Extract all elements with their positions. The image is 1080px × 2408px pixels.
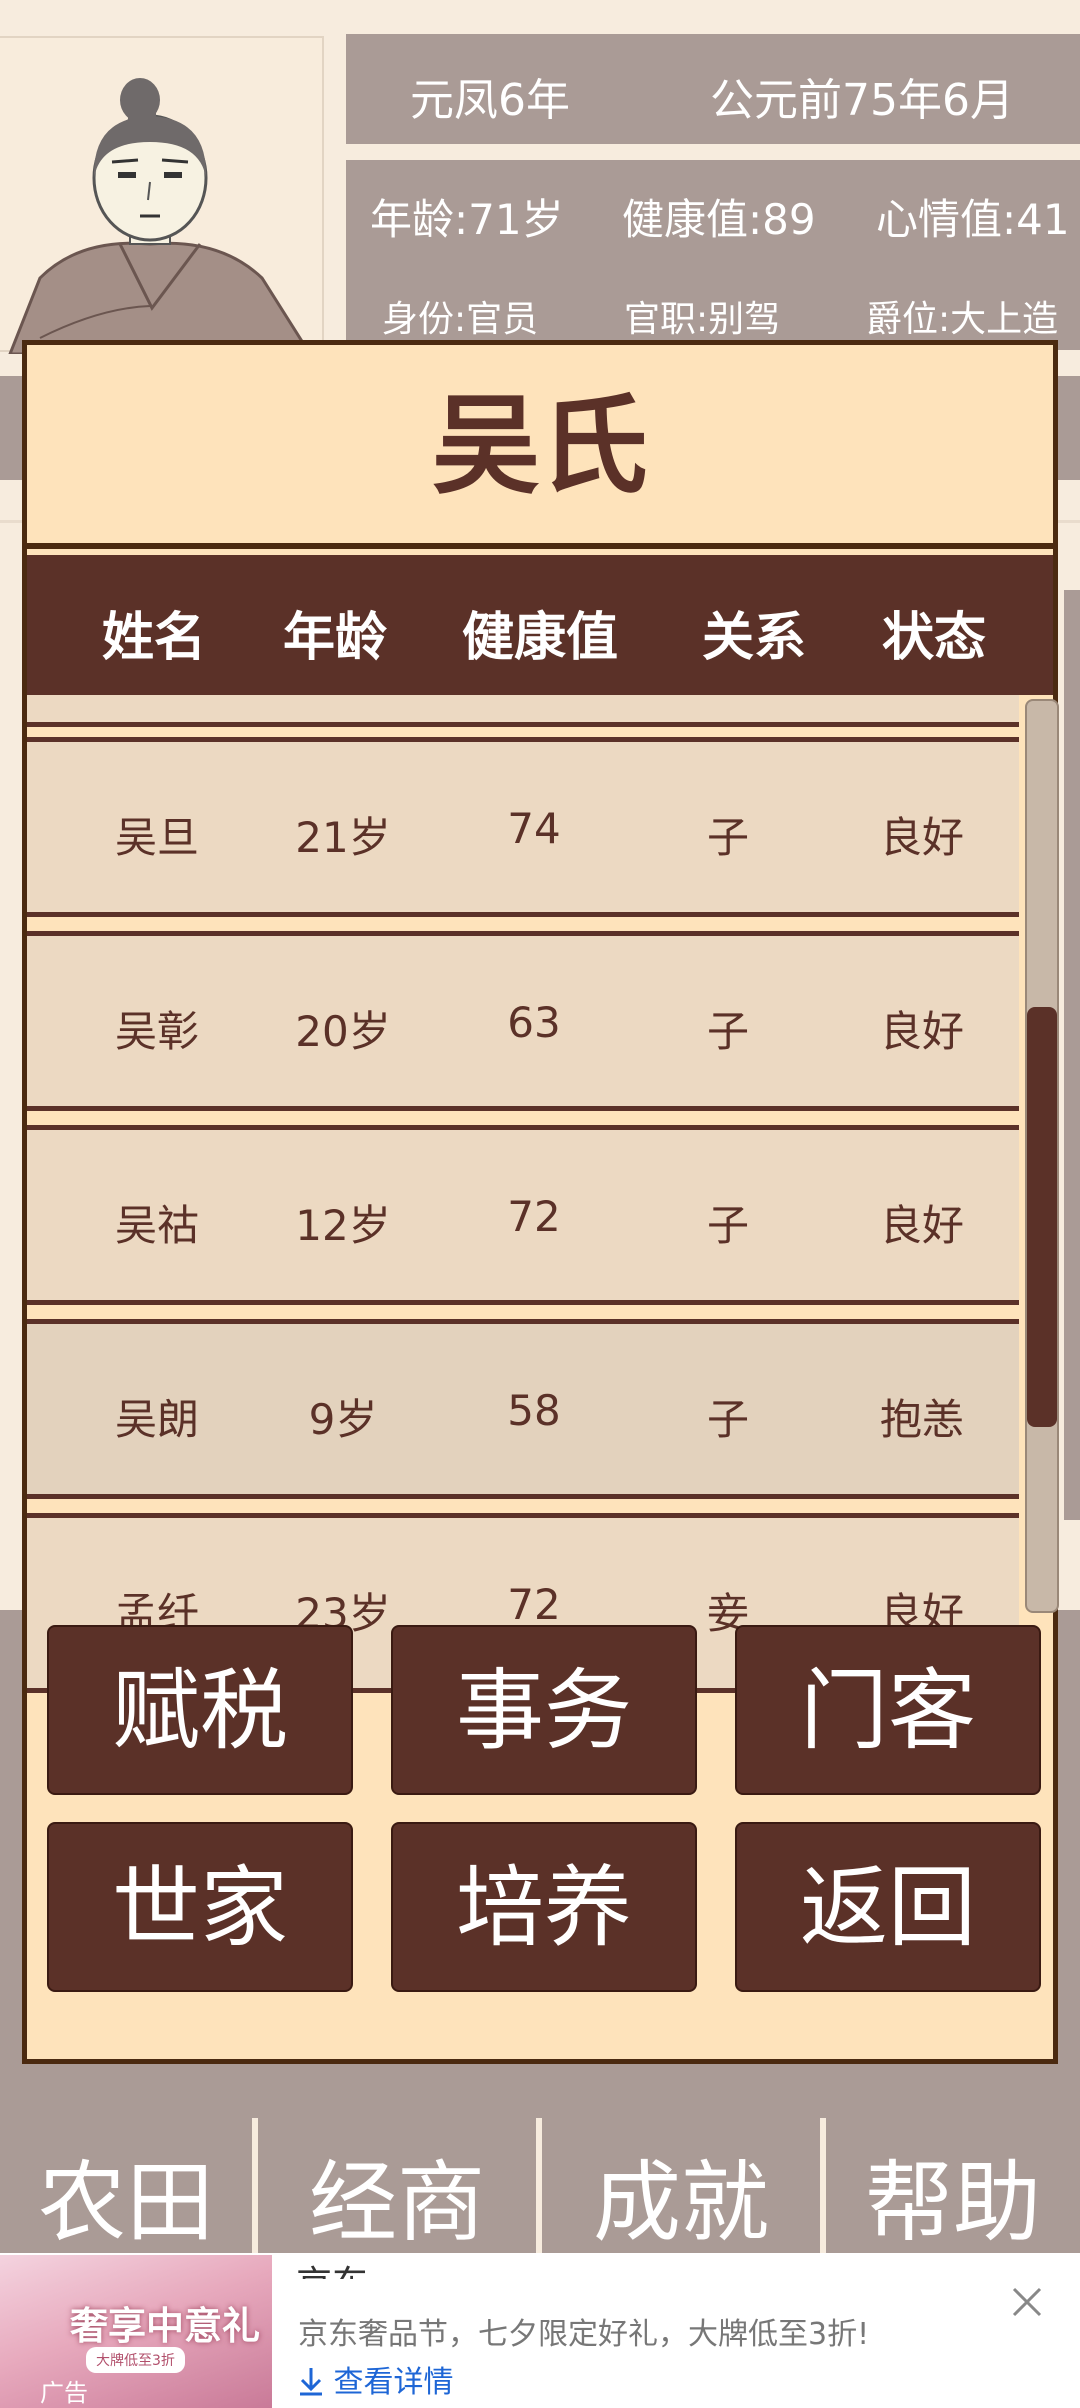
reign-year: 元凤6年 <box>410 75 570 126</box>
table-row[interactable] <box>27 695 1019 727</box>
nav-farmland-button[interactable]: 农田 <box>0 2118 252 2253</box>
member-age: 21岁 <box>295 813 391 862</box>
nav-trade-button[interactable]: 经商 <box>258 2118 536 2253</box>
member-age: 20岁 <box>295 1007 391 1056</box>
download-icon <box>300 2368 322 2396</box>
member-name: 吴彰 <box>114 1007 200 1056</box>
ad-mark: 广告 <box>40 2379 88 2407</box>
nav-achievement-button[interactable]: 成就 <box>542 2118 820 2253</box>
identity-stat: 身份:官员 <box>382 299 539 340</box>
modal-title: 吴氏 <box>27 345 1053 549</box>
member-health: 72 <box>507 1192 561 1241</box>
member-age: 9岁 <box>308 1395 378 1444</box>
member-health: 74 <box>507 804 561 853</box>
table-row[interactable]: 吴祜 12岁 72 子 良好 <box>27 1125 1019 1305</box>
official-avatar-icon <box>8 78 312 354</box>
member-name: 吴祜 <box>114 1201 200 1250</box>
age-stat: 年龄:71岁 <box>370 195 564 244</box>
background-panel <box>1058 376 1080 480</box>
office-stat: 官职:别驾 <box>624 299 781 340</box>
ad-text: 京东奢品节，七夕限定好礼，大牌低至3折! <box>298 2317 870 2352</box>
retainers-button[interactable]: 门客 <box>735 1625 1041 1795</box>
table-header: 姓名 年龄 健康值 关系 状态 <box>27 555 1053 695</box>
affairs-button[interactable]: 事务 <box>391 1625 697 1795</box>
bottom-nav: 农田 经商 成就 帮助 <box>0 2118 1080 2253</box>
member-status: 良好 <box>879 813 965 862</box>
table-row[interactable]: 吴旦 21岁 74 子 良好 <box>27 737 1019 917</box>
ad-link-label: 查看详情 <box>333 2365 454 2400</box>
train-button[interactable]: 培养 <box>391 1822 697 1992</box>
member-relation: 子 <box>706 1007 750 1056</box>
divider <box>0 520 22 523</box>
member-health: 72 <box>507 1580 561 1629</box>
ad-badge-subtext: 大牌低至3折 <box>86 2347 185 2373</box>
background-panel <box>1058 1610 1080 2118</box>
background-panel <box>0 376 22 480</box>
member-name: 吴旦 <box>114 813 200 862</box>
list-scrollbar[interactable] <box>1025 699 1059 1613</box>
member-health: 63 <box>507 998 561 1047</box>
member-age: 12岁 <box>295 1201 391 1250</box>
clans-button[interactable]: 世家 <box>47 1822 353 1992</box>
member-status: 良好 <box>879 1007 965 1056</box>
member-health: 58 <box>507 1386 561 1435</box>
background-panel <box>0 2064 1080 2118</box>
family-modal: 吴氏 姓名 年龄 健康值 关系 状态 吴旦 21岁 74 子 良好 吴彰 20岁… <box>22 340 1059 2064</box>
nav-help-button[interactable]: 帮助 <box>826 2118 1080 2253</box>
rank-stat: 爵位:大上造 <box>866 299 1059 340</box>
member-status: 抱恙 <box>879 1395 965 1444</box>
column-header-relation: 关系 <box>701 608 807 668</box>
table-row[interactable]: 吴彰 20岁 63 子 良好 <box>27 931 1019 1111</box>
column-header-status: 状态 <box>881 608 987 668</box>
character-portrait <box>0 36 324 354</box>
column-header-name: 姓名 <box>101 608 207 668</box>
scrollbar-thumb[interactable] <box>1027 1007 1057 1427</box>
date-bar: 元凤6年 公元前75年6月 <box>346 34 1080 144</box>
member-status: 良好 <box>879 1201 965 1250</box>
member-relation: 子 <box>706 1201 750 1250</box>
close-icon[interactable] <box>1010 2285 1044 2319</box>
member-name: 吴朗 <box>114 1395 200 1444</box>
ad-badge-text: 奢享中意礼 <box>70 2303 261 2348</box>
calendar-date: 公元前75年6月 <box>710 75 1014 126</box>
ad-image[interactable]: 奢享中意礼 大牌低至3折 广告 <box>0 2255 272 2408</box>
back-button[interactable]: 返回 <box>735 1822 1041 1992</box>
member-relation: 子 <box>706 813 750 862</box>
column-header-age: 年龄 <box>282 608 388 668</box>
health-stat: 健康值:89 <box>622 195 816 244</box>
ad-banner[interactable]: 奢享中意礼 大牌低至3折 广告 京东 京东奢品节，七夕限定好礼，大牌低至3折! … <box>0 2253 1080 2408</box>
column-header-health: 健康值 <box>461 608 619 668</box>
table-row[interactable]: 吴朗 9岁 58 子 抱恙 <box>27 1319 1019 1499</box>
background-panel <box>1064 590 1080 1520</box>
ad-brand: 京东 <box>296 2255 368 2279</box>
member-relation: 子 <box>706 1395 750 1444</box>
mood-stat: 心情值:41 <box>876 195 1070 244</box>
background-panel <box>0 1610 22 2118</box>
ad-details-link[interactable]: 查看详情 <box>298 2357 454 2401</box>
tax-button[interactable]: 赋税 <box>47 1625 353 1795</box>
character-stats: 年龄:71岁 健康值:89 心情值:41 身份:官员 官职:别驾 爵位:大上造 <box>346 160 1080 350</box>
divider <box>1058 520 1080 523</box>
